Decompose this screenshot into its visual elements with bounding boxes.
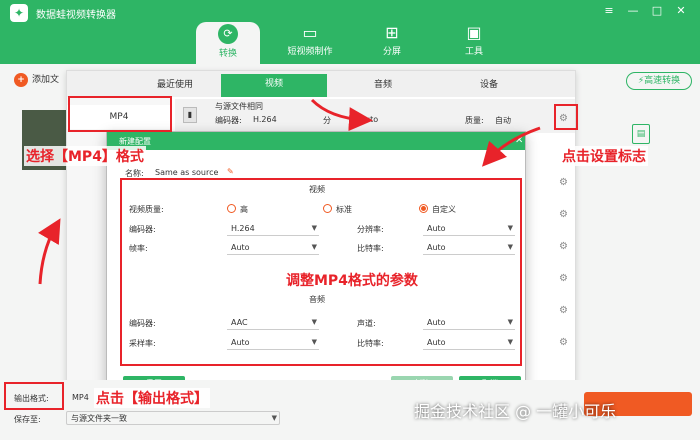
annotation-arrows [38,98,541,285]
arrow-to-gear [310,98,373,132]
watermark: 掘金技术社区 @ 一罐小可乐 [414,402,617,421]
arrow-to-dialog [481,126,541,167]
arrow-to-format-list [38,218,61,285]
